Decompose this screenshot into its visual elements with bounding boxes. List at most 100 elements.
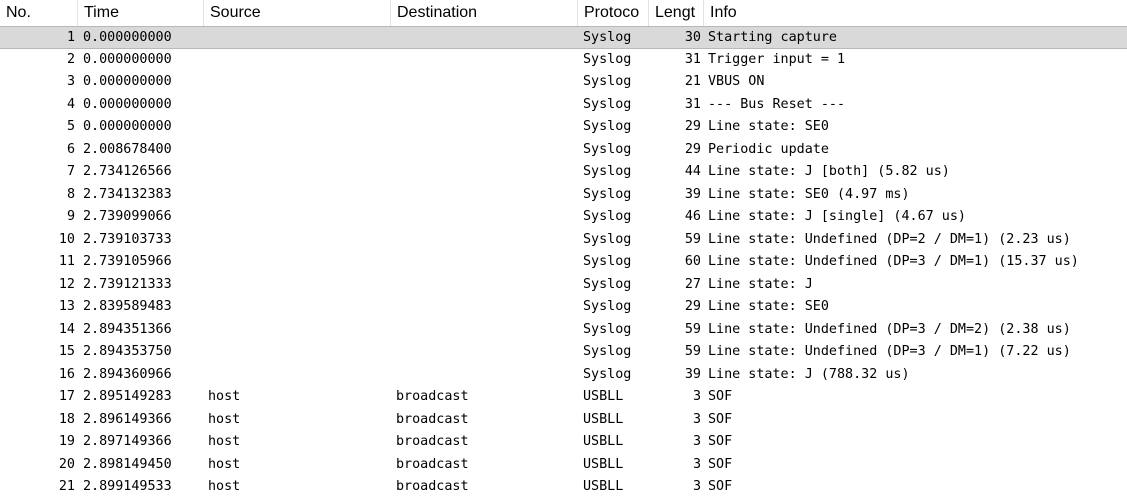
packet-row[interactable]: 20 2.898149450 host broadcast USBLL 3 SOF (0, 454, 1127, 477)
packet-length: 29 (684, 119, 701, 134)
packet-time: 2.839589483 (83, 299, 172, 314)
packet-number: 3 (66, 74, 75, 89)
packet-source (208, 341, 388, 363)
packet-row[interactable]: 16 2.894360966 Syslog 39 Line state: J (788.… (0, 364, 1127, 387)
column-header-protocol[interactable]: Protoco (578, 0, 649, 26)
packet-protocol: USBLL (583, 456, 624, 472)
packet-source (208, 27, 388, 49)
packet-info: --- Bus Reset --- (708, 96, 846, 112)
packet-destination (396, 161, 576, 183)
packet-info: SOF (708, 479, 733, 494)
packet-destination: broadcast (396, 456, 469, 472)
packet-row[interactable]: 3 0.000000000 Syslog 21 VBUS ON (0, 71, 1127, 94)
packet-number: 12 (58, 276, 75, 292)
packet-time: 2.894351366 (83, 321, 172, 337)
packet-source (208, 49, 388, 71)
packet-source: host (208, 434, 241, 449)
packet-row[interactable]: 13 2.839589483 Syslog 29 Line state: SE0 (0, 296, 1127, 319)
packet-length: 59 (684, 321, 701, 337)
packet-length: 59 (684, 231, 701, 247)
packet-time: 0.000000000 (83, 74, 172, 89)
packet-destination: broadcast (396, 479, 469, 494)
packet-row[interactable]: 9 2.739099066 Syslog 46 Line state: J [singl… (0, 206, 1127, 229)
packet-protocol: Syslog (583, 231, 632, 247)
packet-time: 0.000000000 (83, 96, 172, 112)
packet-source (208, 206, 388, 228)
packet-number: 17 (58, 389, 75, 404)
packet-destination: broadcast (396, 434, 469, 449)
packet-row[interactable]: 19 2.897149366 host broadcast USBLL 3 SOF (0, 431, 1127, 454)
packet-number: 8 (66, 186, 75, 202)
packet-protocol: Syslog (583, 344, 632, 359)
packet-number: 5 (66, 119, 75, 134)
packet-row[interactable]: 6 2.008678400 Syslog 29 Periodic update (0, 139, 1127, 162)
packet-source (208, 116, 388, 138)
packet-row[interactable]: 11 2.739105966 Syslog 60 Line state: Undefin… (0, 251, 1127, 274)
packet-time: 2.897149366 (83, 434, 172, 449)
packet-row[interactable]: 12 2.739121333 Syslog 27 Line state: J (0, 274, 1127, 297)
packet-source (208, 251, 388, 273)
column-header-no[interactable]: No. (0, 0, 78, 26)
packet-length: 21 (684, 74, 701, 89)
column-header-info[interactable]: Info (704, 0, 1127, 26)
column-header-destination[interactable]: Destination (391, 0, 578, 26)
packet-number: 15 (58, 344, 75, 359)
packet-source (208, 94, 388, 116)
packet-number: 4 (66, 96, 75, 112)
packet-row[interactable]: 14 2.894351366 Syslog 59 Line state: Undefin… (0, 319, 1127, 342)
packet-length: 3 (692, 456, 701, 472)
packet-info: Trigger input = 1 (708, 51, 846, 67)
packet-row[interactable]: 2 0.000000000 Syslog 31 Trigger input = 1 (0, 49, 1127, 72)
packet-destination (396, 206, 576, 228)
packet-number: 14 (58, 321, 75, 337)
packet-protocol: Syslog (583, 141, 632, 157)
packet-protocol: Syslog (583, 30, 632, 45)
packet-time: 2.734132383 (83, 186, 172, 202)
packet-source (208, 319, 388, 341)
packet-source: host (208, 456, 241, 472)
packet-info: Line state: SE0 (708, 119, 829, 134)
packet-info: Line state: SE0 (708, 299, 829, 314)
packet-length: 39 (684, 186, 701, 202)
packet-row[interactable]: 7 2.734126566 Syslog 44 Line state: J [both]… (0, 161, 1127, 184)
column-header-time[interactable]: Time (78, 0, 204, 26)
packet-info: Line state: J [single] (4.67 us) (708, 209, 966, 224)
packet-row[interactable]: 21 2.899149533 host broadcast USBLL 3 SOF (0, 476, 1127, 499)
packet-list-header: No. Time Source Destination Protoco Leng… (0, 0, 1127, 27)
packet-destination (396, 94, 576, 116)
packet-time: 2.899149533 (83, 479, 172, 494)
packet-info: SOF (708, 456, 733, 472)
packet-time: 2.896149366 (83, 411, 172, 427)
packet-row[interactable]: 18 2.896149366 host broadcast USBLL 3 SOF (0, 409, 1127, 432)
packet-info: SOF (708, 389, 733, 404)
packet-info: Line state: SE0 (4.97 ms) (708, 186, 910, 202)
packet-length: 60 (684, 254, 701, 269)
packet-row[interactable]: 5 0.000000000 Syslog 29 Line state: SE0 (0, 116, 1127, 139)
packet-protocol: Syslog (583, 299, 632, 314)
packet-info: Periodic update (708, 141, 829, 157)
packet-row[interactable]: 15 2.894353750 Syslog 59 Line state: Undefin… (0, 341, 1127, 364)
packet-destination (396, 251, 576, 273)
packet-row[interactable]: 8 2.734132383 Syslog 39 Line state: SE0 (4.9… (0, 184, 1127, 207)
packet-length: 29 (684, 141, 701, 157)
packet-info: Line state: J [both] (5.82 us) (708, 164, 950, 179)
packet-time: 2.739105966 (83, 254, 172, 269)
packet-row[interactable]: 17 2.895149283 host broadcast USBLL 3 SOF (0, 386, 1127, 409)
packet-number: 11 (58, 254, 75, 269)
packet-protocol: Syslog (583, 51, 632, 67)
packet-row[interactable]: 1 0.000000000 Syslog 30 Starting capture (0, 26, 1127, 49)
packet-length: 3 (692, 479, 701, 494)
packet-time: 2.739099066 (83, 209, 172, 224)
packet-protocol: Syslog (583, 119, 632, 134)
packet-source (208, 139, 388, 161)
packet-destination (396, 274, 576, 296)
column-header-source[interactable]: Source (204, 0, 391, 26)
packet-protocol: Syslog (583, 96, 632, 112)
packet-row[interactable]: 4 0.000000000 Syslog 31 --- Bus Reset --- (0, 94, 1127, 117)
packet-length: 39 (684, 366, 701, 382)
packet-destination (396, 116, 576, 138)
column-header-length[interactable]: Lengt (649, 0, 704, 26)
packet-number: 1 (66, 30, 75, 45)
packet-row[interactable]: 10 2.739103733 Syslog 59 Line state: Undefin… (0, 229, 1127, 252)
packet-number: 21 (58, 479, 75, 494)
